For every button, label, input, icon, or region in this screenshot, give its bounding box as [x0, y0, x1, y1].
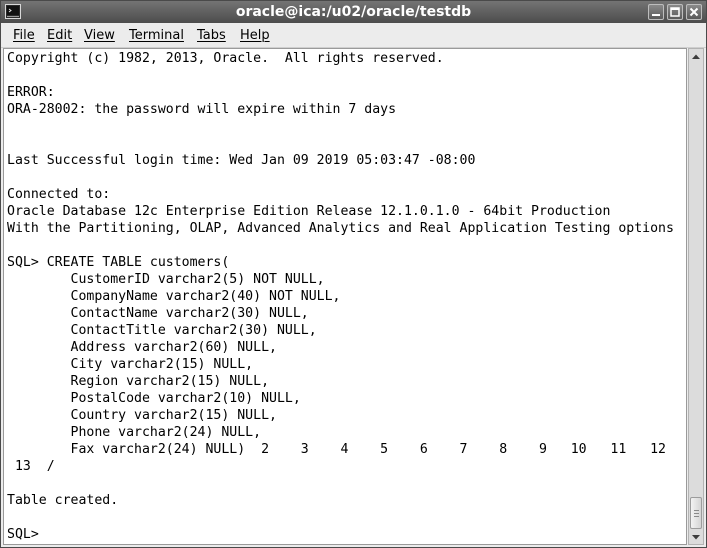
- scroll-up-arrow-icon[interactable]: [689, 50, 703, 64]
- terminal-line: City varchar2(15) NULL,: [7, 357, 254, 372]
- close-button[interactable]: [686, 4, 702, 20]
- scroll-down-arrow-icon[interactable]: [689, 530, 703, 544]
- maximize-button[interactable]: [667, 4, 683, 20]
- scrollbar-thumb[interactable]: [690, 497, 702, 529]
- terminal-line: SQL> CREATE TABLE customers(: [7, 255, 230, 270]
- terminal-window: oracle@ica:/u02/oracle/testdb File Edit …: [0, 0, 707, 548]
- terminal-line: CompanyName varchar2(40) NOT NULL,: [7, 289, 341, 304]
- terminal-line: With the Partitioning, OLAP, Advanced An…: [7, 221, 674, 236]
- minimize-button[interactable]: [648, 4, 664, 20]
- text-cursor: [46, 526, 55, 541]
- menu-terminal[interactable]: Terminal: [129, 28, 184, 44]
- sql-prompt: SQL>: [7, 527, 47, 542]
- terminal-line: Country varchar2(15) NULL,: [7, 408, 277, 423]
- terminal-line: ContactName varchar2(30) NULL,: [7, 306, 309, 321]
- terminal-line: ORA-28002: the password will expire with…: [7, 102, 397, 117]
- menu-tabs[interactable]: Tabs: [197, 28, 226, 44]
- terminal-output[interactable]: Copyright (c) 1982, 2013, Oracle. All ri…: [3, 48, 687, 545]
- terminal-line: Phone varchar2(24) NULL,: [7, 425, 262, 440]
- menu-help[interactable]: Help: [240, 28, 270, 44]
- terminal-line: PostalCode varchar2(10) NULL,: [7, 391, 301, 406]
- close-icon: [689, 7, 699, 17]
- window-title: oracle@ica:/u02/oracle/testdb: [235, 4, 472, 20]
- terminal-line: Table created.: [7, 493, 119, 508]
- terminal-line: 13 /: [7, 459, 55, 474]
- menu-edit[interactable]: Edit: [47, 28, 72, 44]
- minimize-icon: [652, 14, 660, 16]
- terminal-line: Region varchar2(15) NULL,: [7, 374, 270, 389]
- maximize-icon: [670, 7, 680, 17]
- menu-view[interactable]: View: [84, 28, 115, 44]
- terminal-line: Address varchar2(60) NULL,: [7, 340, 277, 355]
- title-bar[interactable]: oracle@ica:/u02/oracle/testdb: [1, 1, 706, 23]
- menu-bar: File Edit View Terminal Tabs Help: [1, 23, 706, 48]
- terminal-line: Oracle Database 12c Enterprise Edition R…: [7, 204, 611, 219]
- terminal-line: Copyright (c) 1982, 2013, Oracle. All ri…: [7, 51, 444, 66]
- terminal-line: ERROR:: [7, 85, 55, 100]
- terminal-prompt-line: SQL>: [7, 526, 55, 543]
- terminal-line: CustomerID varchar2(5) NOT NULL,: [7, 272, 325, 287]
- terminal-line: Last Successful login time: Wed Jan 09 2…: [7, 153, 476, 168]
- terminal-line: Fax varchar2(24) NULL) 2 3 4 5 6 7 8 9 1…: [7, 442, 666, 457]
- terminal-line: ContactTitle varchar2(30) NULL,: [7, 323, 317, 338]
- terminal-line: Connected to:: [7, 187, 111, 202]
- vertical-scrollbar[interactable]: [688, 48, 704, 545]
- menu-file[interactable]: File: [13, 28, 35, 44]
